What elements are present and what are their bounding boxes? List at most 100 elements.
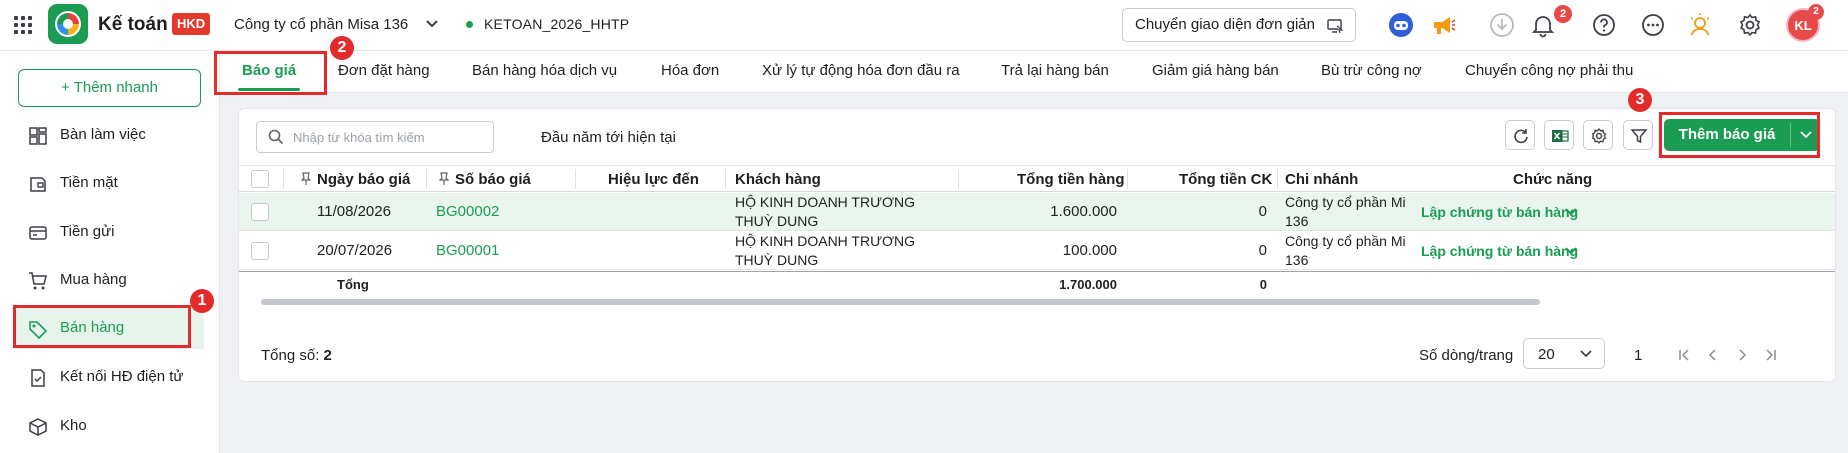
- total-discount-sum: 0: [1259, 277, 1267, 292]
- customer-name: HỘ KINH DOANH TRƯƠNG THUỲ DUNG: [735, 233, 916, 268]
- sidebar-item-label: Kho: [60, 417, 87, 434]
- avatar-initials: KL: [1794, 18, 1812, 33]
- tab-transfer-receivables[interactable]: Chuyển công nợ phải thu: [1465, 51, 1633, 93]
- branch-name: Công ty cổ phần Mi 136: [1285, 233, 1406, 268]
- current-page: 1: [1634, 347, 1643, 364]
- quotation-number-link[interactable]: BG00002: [436, 203, 499, 220]
- pin-icon[interactable]: [438, 172, 450, 186]
- database-status-dot: [466, 21, 473, 28]
- total-amount-sum: 1.700.000: [1059, 277, 1117, 292]
- notification-count-badge: 2: [1554, 5, 1572, 23]
- switch-simple-ui-label: Chuyển giao diện đơn giản: [1135, 16, 1315, 33]
- column-divider: [958, 169, 959, 189]
- last-page-icon[interactable]: [1764, 348, 1778, 362]
- search-icon: [268, 129, 284, 145]
- app-logo: [48, 4, 88, 44]
- row-checkbox[interactable]: [251, 242, 269, 260]
- tab-debt-offset[interactable]: Bù trừ công nợ: [1321, 51, 1422, 93]
- tab-auto-output-invoice[interactable]: Xử lý tự động hóa đơn đầu ra: [762, 51, 960, 93]
- search-input[interactable]: [256, 121, 494, 153]
- rows-per-page-label: Số dòng/trang: [1419, 347, 1514, 364]
- rows-per-page-select[interactable]: 20: [1523, 338, 1605, 369]
- next-page-icon[interactable]: [1735, 348, 1749, 362]
- chevron-down-icon: [1580, 350, 1592, 358]
- create-sales-voucher-link[interactable]: Lập chứng từ bán hàng: [1421, 204, 1578, 220]
- help-icon[interactable]: [1591, 12, 1617, 38]
- row-checkbox[interactable]: [251, 203, 269, 221]
- sidebar-item-warehouse[interactable]: Kho: [14, 405, 204, 447]
- create-sales-voucher-link[interactable]: Lập chứng từ bán hàng: [1421, 243, 1578, 259]
- tab-invoice[interactable]: Hóa đơn: [661, 51, 719, 93]
- settings-button[interactable]: [1583, 120, 1613, 150]
- bell-icon[interactable]: [1530, 12, 1556, 38]
- customer-name: HỘ KINH DOANH TRƯƠNG THUỲ DUNG: [735, 194, 916, 229]
- sidebar-item-dashboard[interactable]: Bàn làm việc: [14, 114, 204, 156]
- tab-sell-goods-services[interactable]: Bán hàng hóa dịch vụ: [472, 51, 617, 93]
- megaphone-icon[interactable]: [1430, 12, 1456, 38]
- sidebar-item-bank[interactable]: Tiền gửi: [14, 211, 204, 253]
- box-icon: [29, 418, 47, 436]
- einvoice-icon: [31, 369, 45, 387]
- period-filter[interactable]: Đầu năm tới hiện tại: [541, 129, 676, 146]
- table-row[interactable]: 11/08/2026 BG00002 HỘ KINH DOANH TRƯƠNG …: [239, 193, 1835, 231]
- pin-icon[interactable]: [300, 172, 312, 186]
- switch-simple-ui-button[interactable]: Chuyển giao diện đơn giản: [1122, 8, 1356, 42]
- rows-per-page-value: 20: [1538, 346, 1555, 363]
- chevron-down-icon[interactable]: [425, 17, 439, 31]
- total-amount: 100.000: [1062, 242, 1117, 259]
- column-divider: [426, 169, 427, 189]
- filter-button[interactable]: [1623, 120, 1653, 150]
- column-header-number[interactable]: Số báo giá: [455, 171, 531, 188]
- tab-sales-return[interactable]: Trả lại hàng bán: [1001, 51, 1109, 93]
- column-header-branch[interactable]: Chi nhánh: [1285, 171, 1358, 188]
- column-header-customer[interactable]: Khách hàng: [735, 171, 821, 188]
- more-options-icon[interactable]: [1640, 12, 1666, 38]
- tab-sales-order[interactable]: Đơn đặt hàng: [338, 51, 430, 93]
- step-badge-1: 1: [190, 289, 214, 313]
- quotation-number-link[interactable]: BG00001: [436, 242, 499, 259]
- quick-add-button[interactable]: + Thêm nhanh: [18, 69, 201, 107]
- horizontal-scrollbar[interactable]: [261, 299, 1540, 305]
- sidebar-item-cash[interactable]: Tiền mặt: [14, 162, 204, 204]
- select-all-checkbox[interactable]: [251, 170, 269, 188]
- sidebar-item-label: Tiền gửi: [60, 223, 115, 240]
- sidebar-item-purchase[interactable]: Mua hàng: [14, 259, 204, 301]
- chevron-down-icon[interactable]: [1565, 247, 1577, 255]
- quotation-date: 20/07/2026: [317, 242, 393, 259]
- hkd-badge: HKD: [172, 13, 211, 35]
- column-divider: [1127, 169, 1128, 189]
- tab-sales-discount[interactable]: Giảm giá hàng bán: [1152, 51, 1279, 93]
- export-excel-button[interactable]: [1544, 120, 1574, 150]
- table-total-row: Tổng 1.700.000 0: [239, 271, 1835, 295]
- lightbulb-person-icon[interactable]: [1687, 12, 1713, 38]
- previous-page-icon[interactable]: [1706, 348, 1720, 362]
- refresh-button[interactable]: [1505, 120, 1535, 150]
- column-header-valid-to[interactable]: Hiệu lực đến: [608, 171, 699, 188]
- first-page-icon[interactable]: [1677, 348, 1691, 362]
- gear-icon[interactable]: [1737, 12, 1763, 38]
- column-header-date[interactable]: Ngày báo giá: [317, 171, 410, 188]
- quotation-list-panel: Đầu năm tới hiện tại Thêm báo giá Ngày b…: [238, 108, 1836, 382]
- company-selector[interactable]: Công ty cổ phần Misa 136: [234, 16, 408, 33]
- discount-amount: 0: [1258, 203, 1267, 220]
- table-row[interactable]: 20/07/2026 BG00001 HỘ KINH DOANH TRƯƠNG …: [239, 232, 1835, 270]
- sidebar: + Thêm nhanh Bàn làm việc Tiền mặt Tiền …: [0, 51, 220, 453]
- filter-icon: [1630, 129, 1648, 144]
- assistant-robot-icon[interactable]: [1388, 12, 1414, 38]
- column-divider: [1277, 169, 1278, 189]
- record-count-label: Tổng số:: [261, 347, 320, 364]
- column-header-total[interactable]: Tổng tiền hàng: [1017, 171, 1124, 188]
- download-icon[interactable]: [1489, 12, 1515, 38]
- branch-name: Công ty cổ phần Mi 136: [1285, 194, 1406, 229]
- highlight-box-quotation-tab: [214, 51, 327, 95]
- database-name[interactable]: KETOAN_2026_HHTP: [484, 16, 629, 32]
- gear-icon: [1591, 127, 1607, 145]
- column-header-discount[interactable]: Tổng tiền CK: [1179, 171, 1272, 188]
- app-name: Kế toán: [98, 14, 168, 35]
- top-bar: Kế toán HKD Công ty cổ phần Misa 136 KET…: [0, 0, 1848, 51]
- app-grid-icon[interactable]: [14, 16, 32, 34]
- chevron-down-icon[interactable]: [1565, 208, 1577, 216]
- sidebar-item-einvoice[interactable]: Kết nối HĐ điện tử: [14, 356, 204, 398]
- cash-icon: [30, 177, 46, 192]
- record-count: Tổng số: 2: [261, 347, 332, 364]
